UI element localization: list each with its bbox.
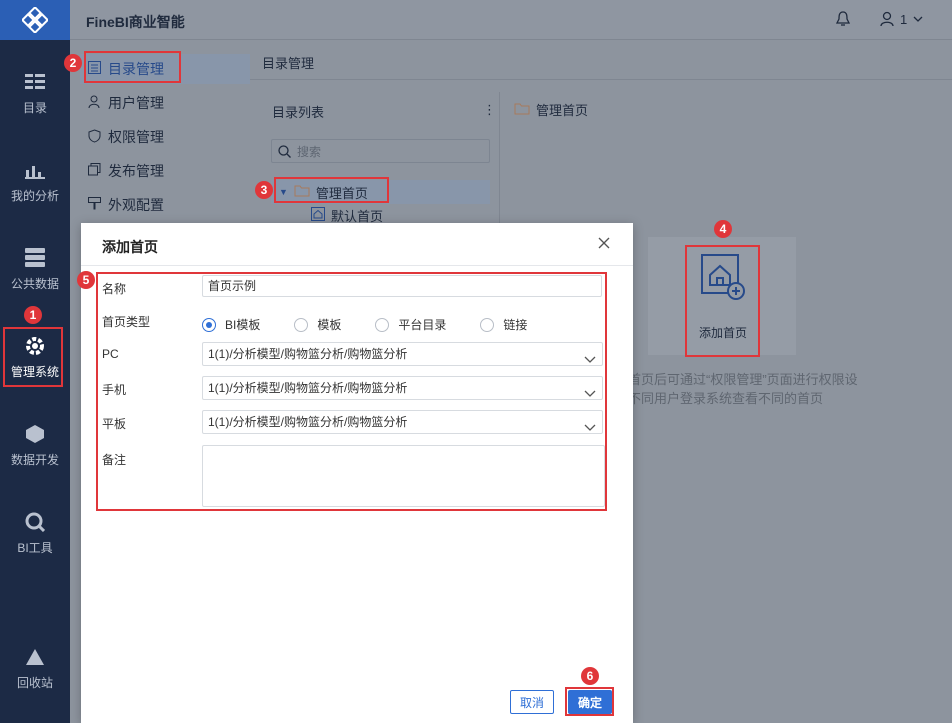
rail-item-catalog[interactable]: 目录 <box>0 58 70 128</box>
highlight-admin <box>3 327 63 387</box>
subnav-label: 用户管理 <box>108 95 164 111</box>
subnav-label: 外观配置 <box>108 197 164 213</box>
subnav-item-user-mgmt[interactable]: 用户管理 <box>88 88 164 118</box>
user-menu[interactable]: 1 <box>880 11 923 27</box>
user-name: 1 <box>900 11 908 27</box>
rail-item-bi-tools[interactable]: BI工具 <box>0 498 70 568</box>
rail-label: 目录 <box>22 100 47 115</box>
folder-icon <box>514 102 530 118</box>
user-icon <box>880 11 894 27</box>
subnav-label: 权限管理 <box>108 129 164 145</box>
home-icon <box>311 207 325 224</box>
right-panel-title: 管理首页 <box>514 100 588 119</box>
app-title: FineBI商业智能 <box>86 14 185 30</box>
rail-item-analysis[interactable]: 我的分析 <box>0 146 70 216</box>
top-bar: FineBI商业智能 1 <box>70 0 952 40</box>
rail-item-public-data[interactable]: 公共数据 <box>0 234 70 304</box>
database-icon <box>24 247 46 269</box>
highlight-confirm <box>565 687 614 716</box>
highlight-form <box>96 272 607 511</box>
subnav-item-publish-mgmt[interactable]: 发布管理 <box>88 156 164 186</box>
cancel-button[interactable]: 取消 <box>510 690 554 714</box>
hint-text: 首页后可通过“权限管理”页面进行权限设 不同用户登录系统查看不同的首页 <box>628 370 888 408</box>
highlight-tree-folder <box>274 177 389 203</box>
rail-label: 公共数据 <box>10 276 59 291</box>
bell-icon[interactable] <box>835 11 851 30</box>
analysis-icon <box>24 159 46 181</box>
rail-label: BI工具 <box>17 540 53 555</box>
rail-label: 我的分析 <box>10 188 59 203</box>
logo-icon <box>22 7 48 33</box>
highlight-catalog-mgmt <box>84 51 181 83</box>
list-title: 目录列表 <box>272 105 325 120</box>
rail-item-recycle[interactable]: 回收站 <box>0 633 70 703</box>
hint-line: 首页后可通过“权限管理”页面进行权限设 <box>628 372 858 387</box>
subnav-label: 发布管理 <box>108 163 164 179</box>
step-badge-4: 4 <box>714 220 732 238</box>
tools-icon <box>24 511 46 533</box>
brush-icon <box>88 197 101 213</box>
step-badge-1: 1 <box>24 306 42 324</box>
hint-line: 不同用户登录系统查看不同的首页 <box>628 391 824 406</box>
step-badge-3: 3 <box>255 181 273 199</box>
page-title: 目录管理 <box>262 56 315 71</box>
subnav-item-appearance[interactable]: 外观配置 <box>88 190 164 220</box>
main-header: 目录管理 <box>250 40 952 80</box>
subnav-item-permission-mgmt[interactable]: 权限管理 <box>88 122 164 152</box>
app-logo[interactable] <box>0 0 70 40</box>
step-badge-5: 5 <box>77 271 95 289</box>
right-title-label: 管理首页 <box>536 103 589 118</box>
step-badge-6: 6 <box>581 667 599 685</box>
more-icon[interactable]: ⋮ <box>483 102 496 118</box>
highlight-add-homepage <box>685 245 760 357</box>
shield-icon <box>88 128 101 146</box>
recycle-icon <box>24 646 46 668</box>
user-icon <box>88 95 101 111</box>
step-badge-2: 2 <box>64 54 82 72</box>
rail-item-data-dev[interactable]: 数据开发 <box>0 410 70 480</box>
search-placeholder: 搜索 <box>297 144 322 159</box>
catalog-icon <box>24 71 46 93</box>
cube-icon <box>24 423 46 445</box>
chevron-down-icon <box>913 16 923 22</box>
rail-label: 回收站 <box>16 675 53 690</box>
rail-label: 数据开发 <box>10 452 59 467</box>
close-icon[interactable] <box>596 235 612 251</box>
search-icon <box>278 144 291 158</box>
dialog-divider <box>81 265 633 266</box>
search-input[interactable]: 搜索 <box>271 139 490 163</box>
dialog-title: 添加首页 <box>102 239 158 255</box>
copy-icon <box>88 163 101 179</box>
